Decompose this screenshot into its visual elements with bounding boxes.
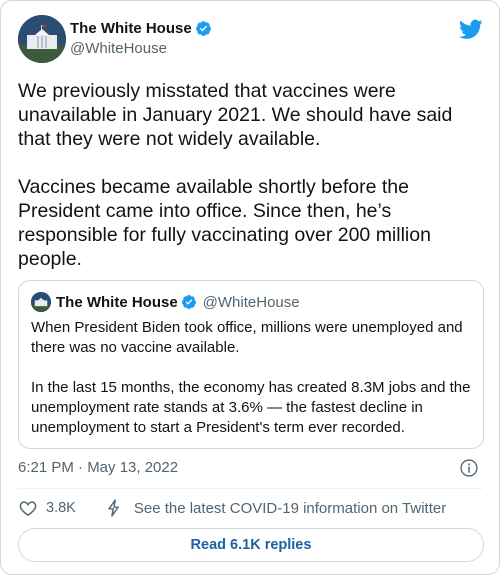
quoted-tweet-header: The White House @WhiteHouse bbox=[31, 291, 300, 313]
quoted-tweet-text: When President Biden took office, millio… bbox=[31, 319, 471, 436]
quoted-author-name: The White House bbox=[56, 293, 178, 311]
quoted-author-avatar bbox=[31, 292, 51, 312]
quoted-verified-badge-icon bbox=[181, 294, 197, 310]
author-handle[interactable]: @WhiteHouse bbox=[70, 40, 212, 57]
twitter-bird-icon[interactable] bbox=[459, 17, 483, 41]
tweet-card: The White House @WhiteHouse We previousl… bbox=[0, 0, 500, 575]
info-icon[interactable] bbox=[459, 458, 479, 478]
quoted-tweet[interactable]: The White House @WhiteHouse When Preside… bbox=[18, 280, 484, 449]
tweet-header: The White House @WhiteHouse bbox=[18, 15, 483, 63]
quoted-author-handle: @WhiteHouse bbox=[202, 293, 300, 311]
author-name[interactable]: The White House bbox=[70, 20, 192, 37]
lightning-icon bbox=[104, 498, 124, 518]
read-replies-button[interactable]: Read 6.1K replies bbox=[18, 528, 484, 562]
tweet-actions: 3.8K See the latest COVID-19 information… bbox=[18, 497, 446, 519]
heart-icon[interactable] bbox=[18, 498, 38, 518]
divider bbox=[18, 488, 483, 489]
like-count[interactable]: 3.8K bbox=[46, 500, 76, 516]
tweet-text: We previously misstated that vaccines we… bbox=[18, 80, 453, 270]
covid-info-link[interactable]: See the latest COVID-19 information on T… bbox=[134, 500, 446, 517]
author-names: The White House @WhiteHouse bbox=[70, 17, 212, 57]
tweet-timestamp[interactable]: 6:21 PM · May 13, 2022 bbox=[18, 459, 178, 476]
author-avatar[interactable] bbox=[18, 15, 66, 63]
verified-badge-icon bbox=[195, 20, 212, 37]
